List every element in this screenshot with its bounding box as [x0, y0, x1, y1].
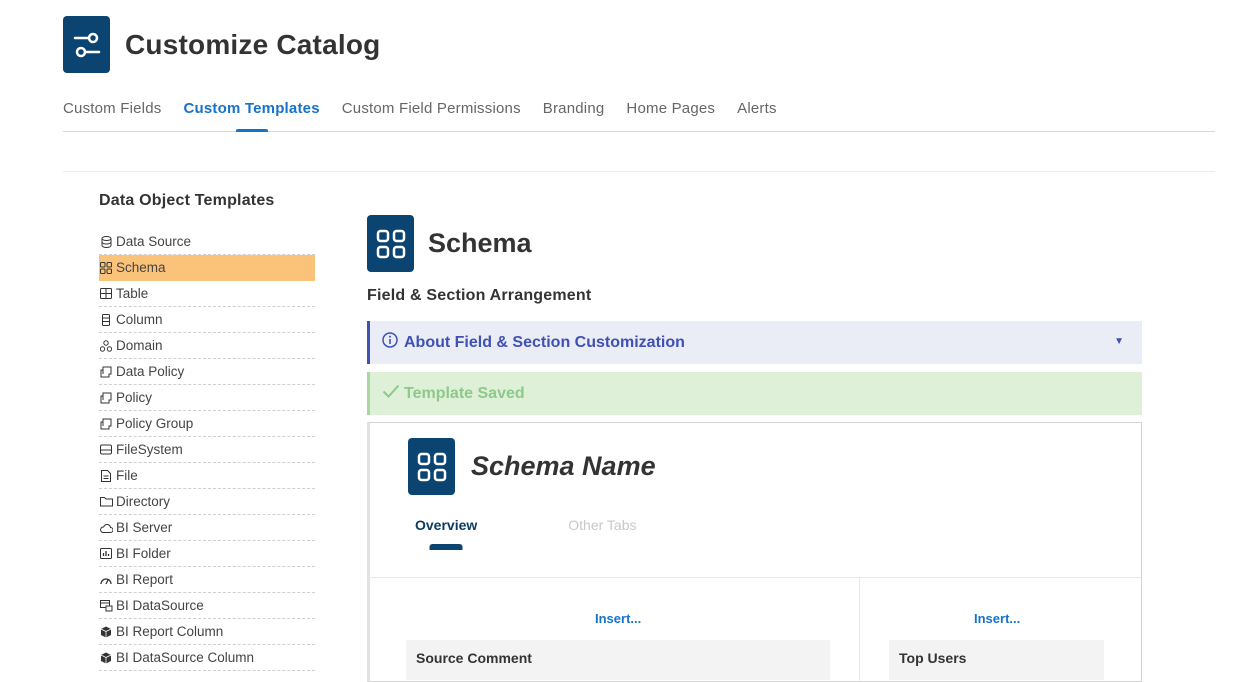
tab-custom-fields[interactable]: Custom Fields [63, 98, 161, 131]
template-saved-alert: Template Saved [367, 372, 1142, 415]
page-header: Customize Catalog [63, 16, 380, 73]
sidebar-item-bi-datasource[interactable]: BI DataSource [99, 593, 315, 619]
sidebar-item-bi-server[interactable]: BI Server [99, 515, 315, 541]
preview-title: Schema Name [471, 451, 656, 481]
tab-overview[interactable]: Overview [415, 517, 477, 533]
preview-divider [370, 577, 1141, 578]
sidebar-item-label: Policy Group [116, 416, 194, 431]
column-icon [99, 313, 113, 327]
sidebar-item-bi-folder[interactable]: BI Folder [99, 541, 315, 567]
success-label: Template Saved [404, 384, 525, 402]
right-insert-link[interactable]: Insert... [974, 611, 1020, 626]
card-label: Top Users [899, 650, 967, 666]
column-divider [859, 578, 860, 681]
sidebar-item-label: BI Server [116, 520, 173, 535]
object-title: Schema [428, 228, 532, 258]
sidebar-item-domain[interactable]: Domain [99, 333, 315, 359]
sidebar-item-data-source[interactable]: Data Source [99, 229, 315, 255]
database-icon [99, 235, 113, 249]
file-icon [99, 469, 113, 483]
policy-icon [99, 365, 113, 379]
cube-icon [99, 651, 113, 665]
chevron-down-icon[interactable]: ▼ [1114, 336, 1124, 347]
sidebar-item-schema[interactable]: Schema [99, 255, 315, 281]
sidebar-item-column[interactable]: Column [99, 307, 315, 333]
grid-icon [408, 438, 455, 495]
info-bar-label: About Field & Section Customization [404, 333, 685, 351]
tab-alerts[interactable]: Alerts [737, 98, 777, 131]
drive-icon [99, 443, 113, 457]
grid-icon [99, 261, 113, 275]
preview-header: Schema Name [408, 438, 656, 495]
left-field-card[interactable]: Source Comment [406, 640, 830, 680]
object-header: Schema [367, 215, 1142, 272]
page-title: Customize Catalog [125, 28, 381, 60]
sliders-icon [63, 16, 110, 73]
chart-folder-icon [99, 547, 113, 561]
sidebar-item-filesystem[interactable]: FileSystem [99, 437, 315, 463]
sidebar-item-bi-report[interactable]: BI Report [99, 567, 315, 593]
section-heading: Field & Section Arrangement [367, 287, 592, 304]
policy-icon [99, 391, 113, 405]
cloud-icon [99, 521, 113, 535]
template-editor: Schema Field & Section Arrangement About… [367, 215, 1142, 682]
sidebar-item-policy-group[interactable]: Policy Group [99, 411, 315, 437]
sidebar-item-label: FileSystem [116, 442, 183, 457]
sidebar-item-label: BI DataSource Column [116, 650, 255, 665]
sidebar-item-label: Data Policy [116, 364, 185, 379]
sidebar-item-label: Data Source [116, 234, 192, 249]
cube-icon [99, 625, 113, 639]
sidebar-item-label: Directory [116, 494, 171, 509]
right-field-card[interactable]: Top Users [889, 640, 1104, 680]
sidebar-item-directory[interactable]: Directory [99, 489, 315, 515]
sidebar-item-label: BI Report [116, 572, 174, 587]
grid-icon [367, 215, 414, 272]
info-icon [382, 332, 398, 353]
sidebar-title: Data Object Templates [99, 192, 275, 209]
sidebar-item-file[interactable]: File [99, 463, 315, 489]
sidebar-item-label: File [116, 468, 138, 483]
tab-custom-templates[interactable]: Custom Templates [183, 98, 319, 131]
folder-icon [99, 495, 113, 509]
template-sidebar: Data Object Templates Data Source Schema… [99, 192, 315, 671]
tab-other-tabs: Other Tabs [568, 517, 637, 533]
sidebar-item-label: BI Report Column [116, 624, 224, 639]
sidebar-item-table[interactable]: Table [99, 281, 315, 307]
sidebar-item-label: Table [116, 286, 149, 301]
section-divider [63, 171, 1215, 172]
policy-icon [99, 417, 113, 431]
preview-tabs: Overview Other Tabs [415, 517, 637, 533]
tab-home-pages[interactable]: Home Pages [626, 98, 715, 131]
check-icon [382, 384, 400, 403]
sidebar-item-label: Schema [116, 260, 166, 275]
tab-branding[interactable]: Branding [543, 98, 605, 131]
sidebar-item-bi-report-column[interactable]: BI Report Column [99, 619, 315, 645]
sidebar-item-label: BI DataSource [116, 598, 204, 613]
sidebar-item-data-policy[interactable]: Data Policy [99, 359, 315, 385]
sidebar-item-bi-datasource-column[interactable]: BI DataSource Column [99, 645, 315, 671]
bi-datasource-icon [99, 599, 113, 613]
sidebar-item-label: Policy [116, 390, 153, 405]
left-insert-link[interactable]: Insert... [595, 611, 641, 626]
top-tabs: Custom Fields Custom Templates Custom Fi… [63, 98, 1215, 132]
sidebar-item-policy[interactable]: Policy [99, 385, 315, 411]
gauge-icon [99, 573, 113, 587]
template-preview: Schema Name Overview Other Tabs Insert..… [367, 422, 1142, 682]
tab-custom-field-permissions[interactable]: Custom Field Permissions [342, 98, 521, 131]
sidebar-item-label: Domain [116, 338, 163, 353]
domain-icon [99, 339, 113, 353]
table-icon [99, 287, 113, 301]
about-customization-expander[interactable]: About Field & Section Customization ▼ [367, 321, 1142, 364]
card-label: Source Comment [416, 650, 532, 666]
sidebar-item-label: Column [116, 312, 163, 327]
sidebar-item-label: BI Folder [116, 546, 171, 561]
